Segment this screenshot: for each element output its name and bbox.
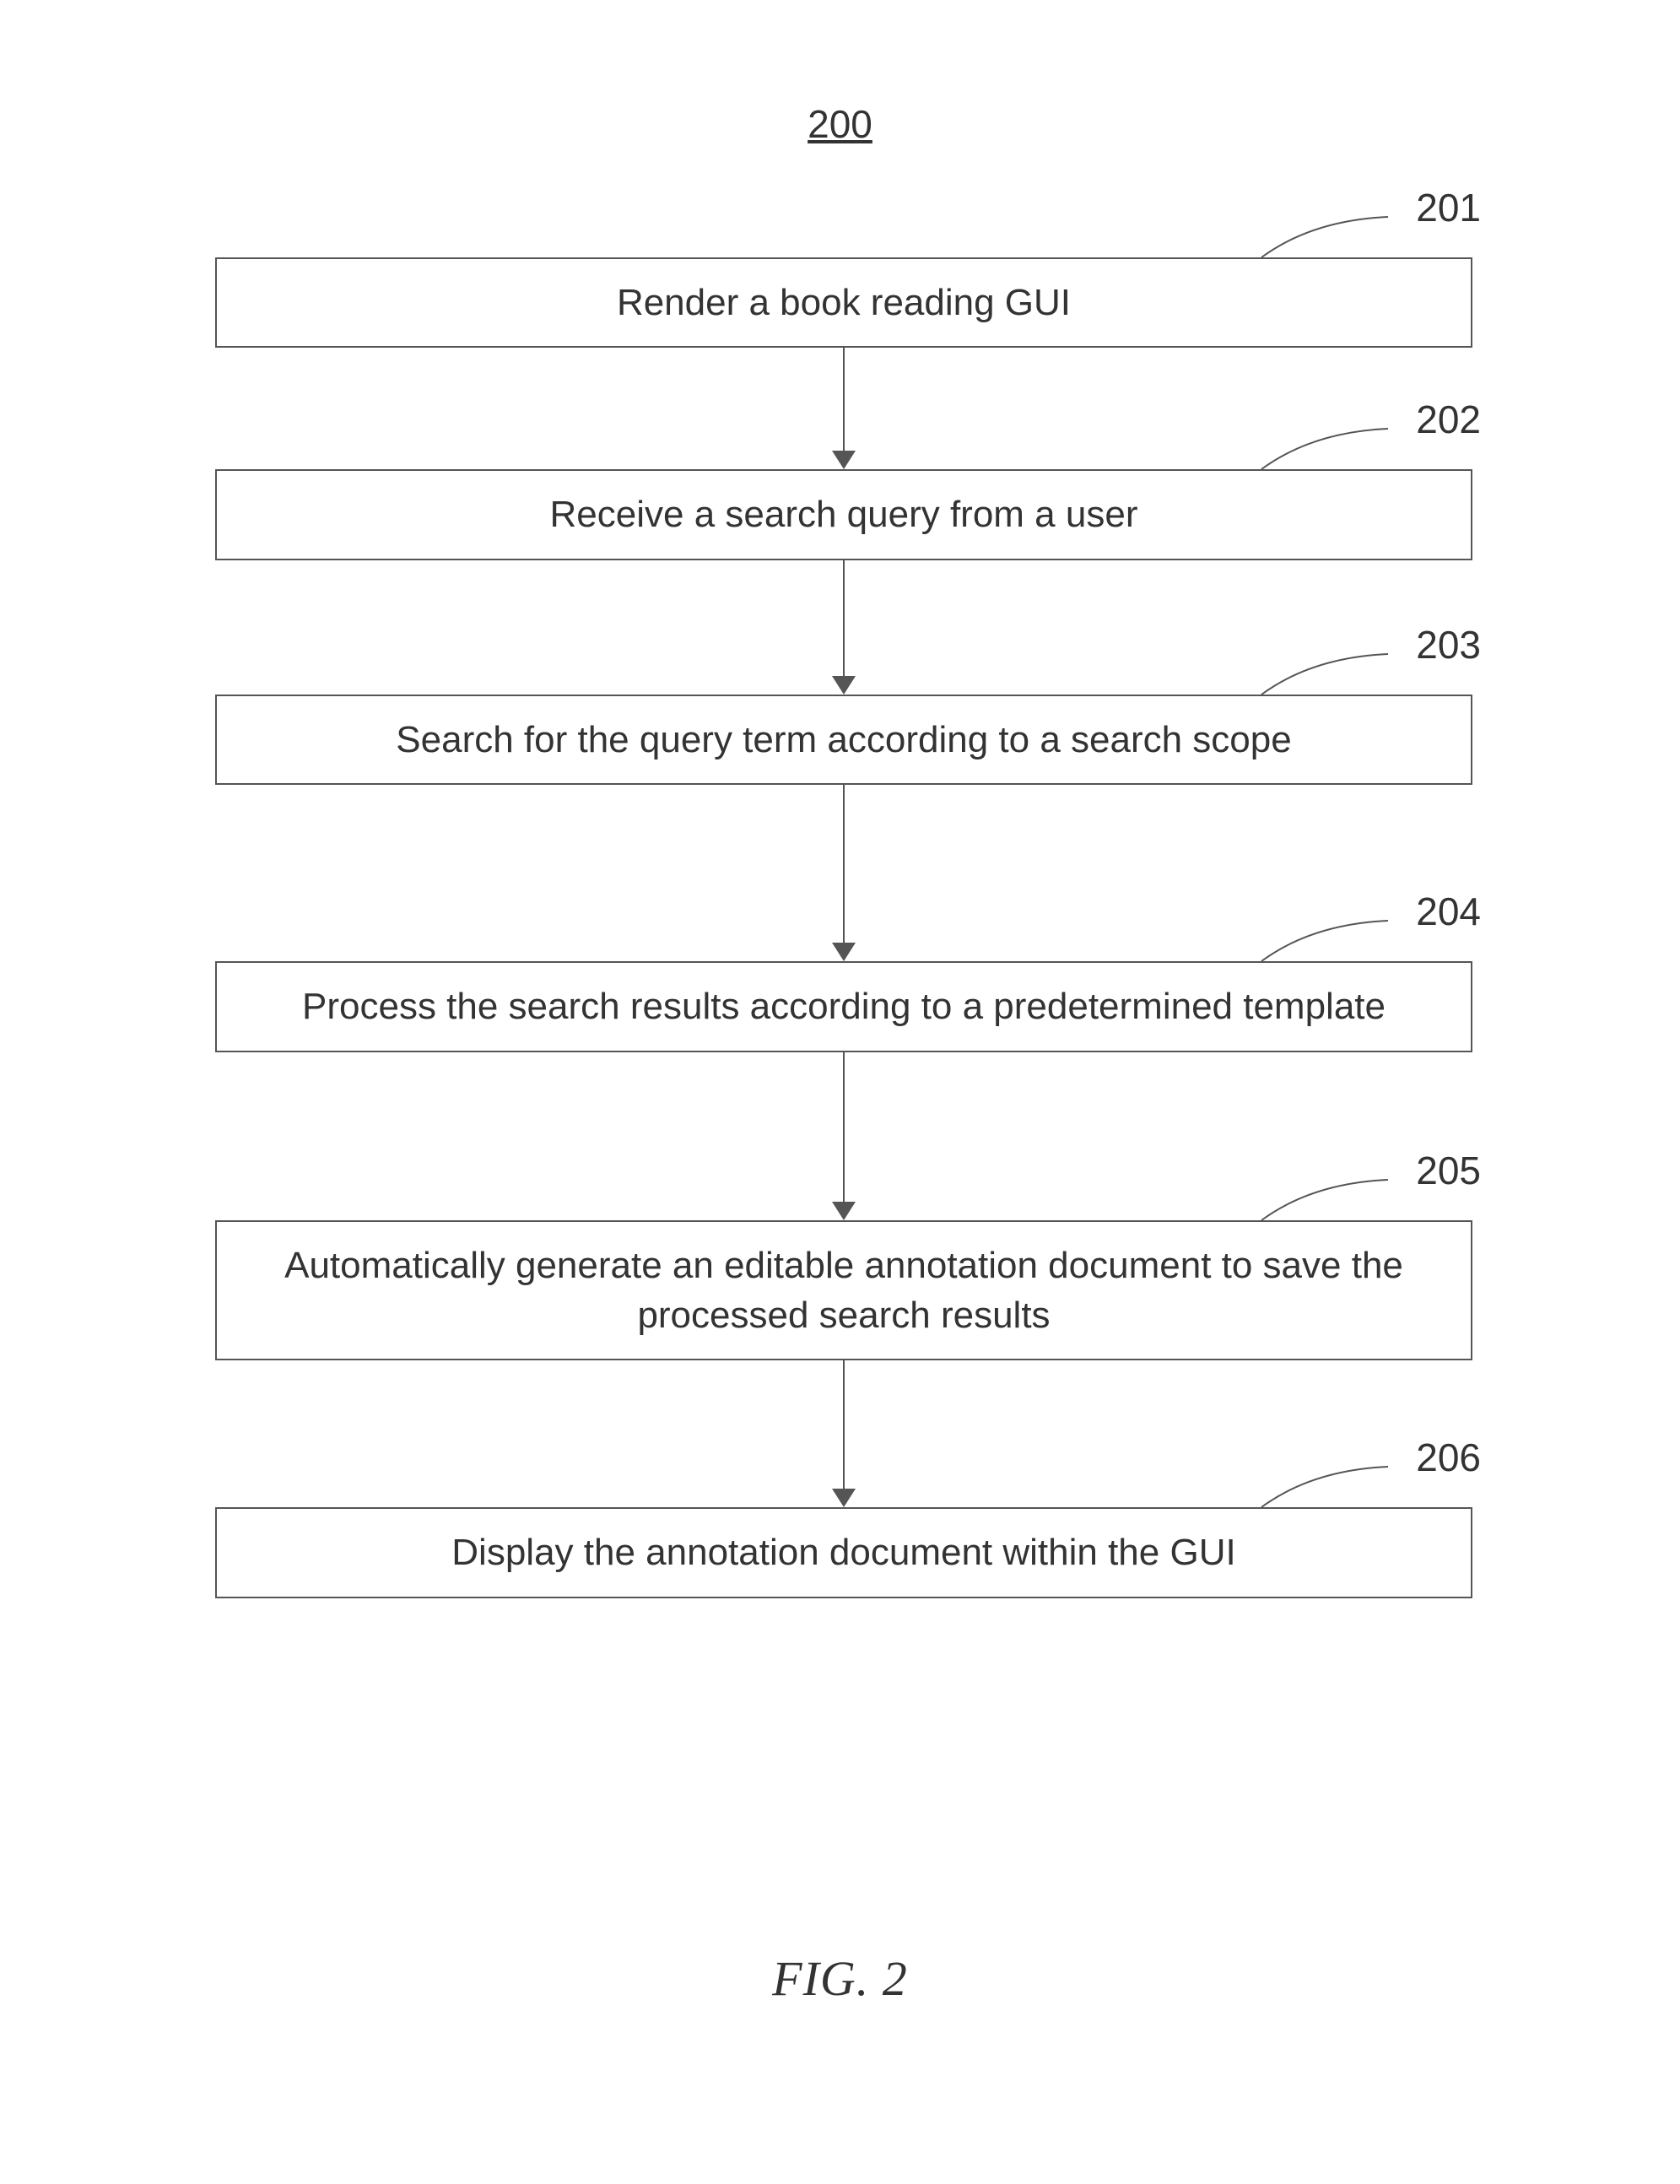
leader-line-icon xyxy=(1261,422,1396,489)
leader-line-icon xyxy=(1261,914,1396,981)
arrow-down-icon xyxy=(832,1052,856,1220)
reference-number: 202 xyxy=(1416,397,1481,442)
flow-step: 206Display the annotation document withi… xyxy=(215,1507,1472,1597)
flowchart: 201Render a book reading GUI 202Receive a… xyxy=(215,257,1472,1598)
flow-step: 201Render a book reading GUI xyxy=(215,257,1472,348)
figure-caption: FIG. 2 xyxy=(0,1950,1680,2007)
arrow-down-icon xyxy=(832,785,856,961)
diagram-number: 200 xyxy=(0,101,1680,147)
reference-number: 201 xyxy=(1416,185,1481,230)
flow-step: 203Search for the query term according t… xyxy=(215,695,1472,785)
reference-number: 203 xyxy=(1416,622,1481,668)
arrow-down-icon xyxy=(832,348,856,469)
arrow-down-icon xyxy=(832,1360,856,1507)
flow-step: 202Receive a search query from a user xyxy=(215,469,1472,560)
reference-number: 204 xyxy=(1416,889,1481,934)
reference-number: 206 xyxy=(1416,1435,1481,1480)
arrow-down-icon xyxy=(832,560,856,695)
leader-line-icon xyxy=(1261,1173,1396,1241)
leader-line-icon xyxy=(1261,647,1396,715)
leader-line-icon xyxy=(1261,1460,1396,1527)
page: 200 201Render a book reading GUI 202Recei… xyxy=(0,0,1680,2184)
flow-step-box: Automatically generate an editable annot… xyxy=(215,1220,1472,1361)
flow-step: 205Automatically generate an editable an… xyxy=(215,1220,1472,1361)
leader-line-icon xyxy=(1261,210,1396,278)
reference-number: 205 xyxy=(1416,1148,1481,1193)
flow-step: 204Process the search results according … xyxy=(215,961,1472,1051)
